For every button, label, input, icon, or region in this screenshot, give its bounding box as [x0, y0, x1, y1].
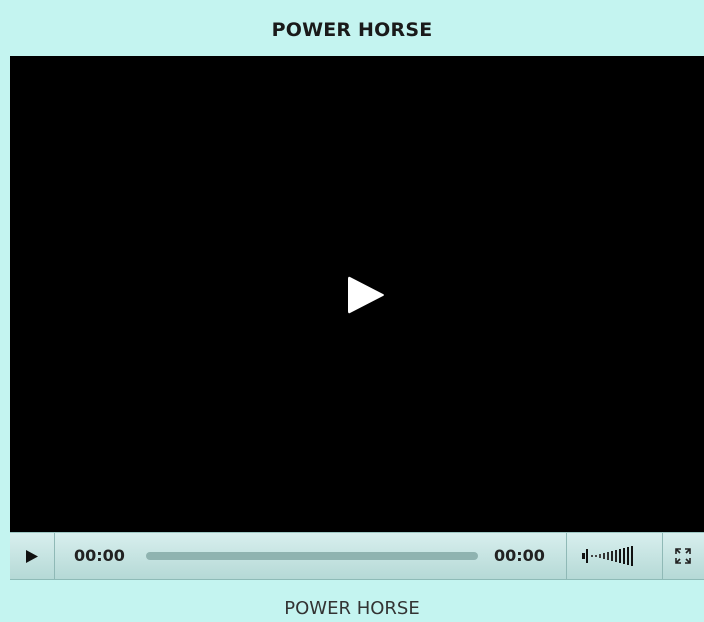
- fullscreen-icon: [675, 548, 691, 564]
- play-icon: [26, 550, 38, 563]
- volume-control[interactable]: [578, 543, 652, 569]
- video-title: POWER HORSE: [271, 19, 433, 41]
- control-bar: 00:00 00:00: [10, 532, 704, 580]
- play-button[interactable]: [10, 533, 55, 579]
- total-time: 00:00: [494, 546, 545, 565]
- video-widget: POWER HORSE 00:00 00:00 POWER HORSE: [0, 0, 704, 622]
- video-player: 00:00 00:00: [10, 56, 704, 580]
- volume-icon: [582, 546, 633, 566]
- big-play-button[interactable]: [346, 274, 386, 316]
- fullscreen-button[interactable]: [662, 533, 704, 579]
- video-screen[interactable]: [10, 56, 704, 532]
- video-caption: POWER HORSE: [284, 598, 420, 619]
- play-icon: [348, 276, 384, 314]
- progress-bar[interactable]: [146, 552, 478, 560]
- divider: [566, 533, 567, 579]
- current-time: 00:00: [74, 546, 125, 565]
